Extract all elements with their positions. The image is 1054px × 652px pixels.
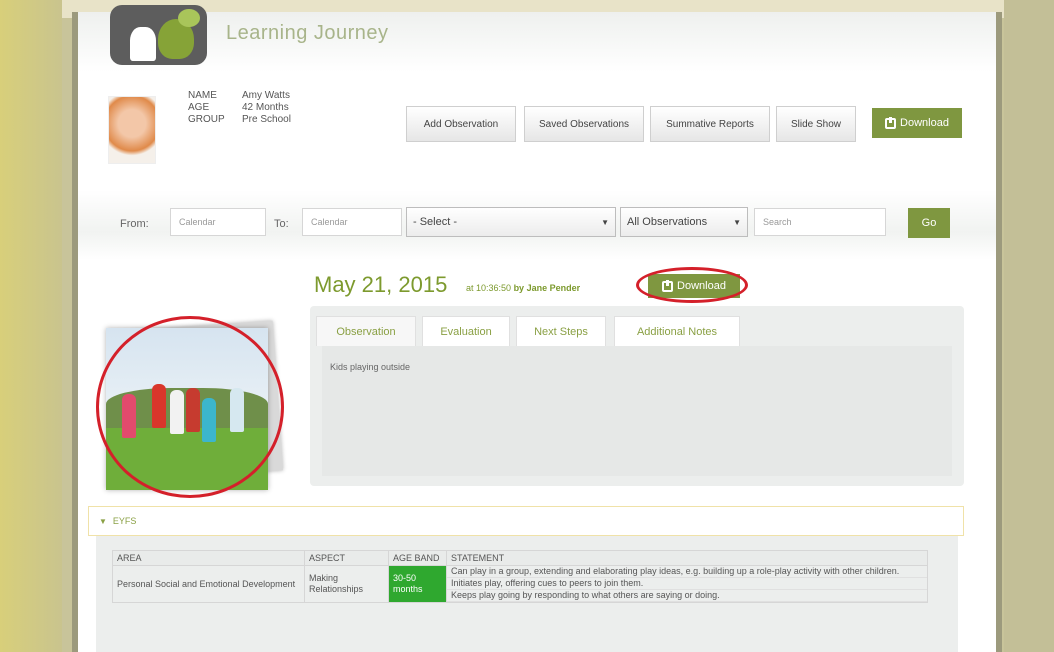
highlight-circle-download — [636, 267, 748, 303]
name-label: NAME — [188, 90, 217, 101]
eyfs-table: AREA ASPECT AGE BAND STATEMENT Personal … — [112, 550, 928, 603]
tab-evaluation[interactable]: Evaluation — [422, 316, 510, 346]
group-label: GROUP — [188, 114, 225, 125]
download-button[interactable]: Download — [872, 108, 962, 138]
area-cell: Personal Social and Emotional Developmen… — [112, 565, 305, 603]
observation-date: May 21, 2015 — [314, 272, 448, 297]
left-background — [0, 0, 62, 652]
child-avatar — [108, 96, 156, 164]
app-logo[interactable] — [110, 5, 207, 65]
observation-time: at 10:36:50 — [466, 283, 512, 293]
to-label: To: — [274, 218, 289, 230]
category-select[interactable]: - Select - ▼ — [406, 207, 616, 237]
category-select-value: - Select - — [413, 216, 458, 228]
download-label: Download — [900, 117, 949, 129]
observation-meta: at 10:36:50 by Jane Pender — [466, 283, 580, 293]
download-icon — [885, 116, 897, 129]
add-observation-button[interactable]: Add Observation — [406, 106, 516, 142]
highlight-circle-photo — [96, 316, 284, 498]
observation-type-value: All Observations — [627, 216, 708, 228]
table-row: Personal Social and Emotional Developmen… — [112, 565, 928, 603]
eyfs-header[interactable]: ▼ EYFS — [88, 506, 964, 536]
go-button[interactable]: Go — [908, 208, 950, 238]
tab-observation[interactable]: Observation — [316, 316, 416, 346]
statement-item: Initiates play, offering cues to peers t… — [447, 578, 927, 590]
tab-additional-notes[interactable]: Additional Notes — [614, 316, 740, 346]
column-header: AGE BAND — [388, 550, 447, 566]
observation-text: Kids playing outside — [330, 362, 411, 372]
aspect-cell: Making Relationships — [304, 565, 389, 603]
search-input[interactable]: Search — [754, 208, 886, 236]
chevron-down-icon: ▼ — [99, 516, 107, 526]
column-header: STATEMENT — [446, 550, 928, 566]
header-area — [78, 12, 996, 72]
chevron-down-icon: ▼ — [601, 217, 609, 227]
saved-observations-button[interactable]: Saved Observations — [524, 106, 644, 142]
tab-next-steps[interactable]: Next Steps — [516, 316, 606, 346]
to-date-field[interactable]: Calendar — [302, 208, 402, 236]
statement-item: Can play in a group, extending and elabo… — [447, 566, 927, 578]
app-title: Learning Journey — [226, 22, 389, 44]
chevron-down-icon: ▼ — [733, 217, 741, 227]
eyfs-title: EYFS — [112, 516, 137, 526]
from-label: From: — [120, 218, 149, 230]
statement-cell: Can play in a group, extending and elabo… — [446, 565, 928, 603]
observation-type-select[interactable]: All Observations ▼ — [620, 207, 748, 237]
group-value: Pre School — [242, 114, 291, 125]
tab-content — [322, 346, 952, 476]
slide-show-button[interactable]: Slide Show — [776, 106, 856, 142]
age-band-cell: 30-50 months — [388, 565, 447, 603]
age-label: AGE — [188, 102, 210, 113]
column-header: ASPECT — [304, 550, 389, 566]
child-info: NAME Amy Watts AGE 42 Months GROUP Pre Scho… — [188, 90, 291, 126]
statement-item: Keeps play going by responding to what o… — [447, 590, 927, 602]
name-value: Amy Watts — [242, 90, 290, 101]
from-date-field[interactable]: Calendar — [170, 208, 266, 236]
observation-author: by Jane Pender — [513, 283, 581, 293]
summative-reports-button[interactable]: Summative Reports — [650, 106, 770, 142]
age-value: 42 Months — [242, 102, 289, 113]
right-background — [1004, 0, 1054, 652]
column-header: AREA — [112, 550, 305, 566]
